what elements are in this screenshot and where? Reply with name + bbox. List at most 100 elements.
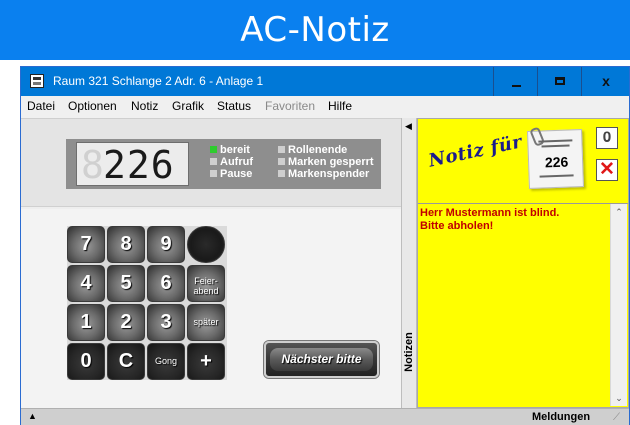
next-customer-button[interactable]: Nächster bitte <box>264 341 379 378</box>
status-label: bereit <box>220 144 250 156</box>
key-3[interactable]: 3 <box>147 304 185 341</box>
attach-note-button[interactable]: 𝟎 <box>596 127 618 149</box>
status-label: Rollenende <box>288 144 348 156</box>
key-label: Gong <box>154 356 178 366</box>
notes-splitter[interactable]: ◀ Notizen <box>401 118 417 408</box>
status-led-icon <box>210 158 217 165</box>
note-text: Herr Mustermann ist blind. Bitte abholen… <box>420 207 560 232</box>
status-label: Markenspender <box>288 168 370 180</box>
current-number: 226 <box>103 143 175 187</box>
status-led-icon <box>210 170 217 177</box>
key-label: Feier- abend <box>193 276 219 296</box>
menu-favoriten: Favoriten <box>265 99 316 113</box>
ticket-icon: 226 <box>527 126 584 189</box>
resize-grip-icon[interactable]: ⟋ <box>613 412 625 424</box>
status-led-icon <box>210 146 217 153</box>
close-icon: x <box>602 73 610 89</box>
key-label: 0 <box>80 350 92 372</box>
minimize-icon <box>512 85 521 87</box>
ticket-line <box>538 139 573 143</box>
menu-status[interactable]: Status <box>217 99 251 113</box>
expand-arrow-icon[interactable]: ▲ <box>28 411 37 421</box>
key-blank[interactable] <box>187 226 225 263</box>
status-label: Pause <box>220 168 253 180</box>
status-rollenende: Rollenende <box>278 144 374 156</box>
notes-pane: Notiz für 226 𝟎 ✕ Herr Mustermann ist bl… <box>417 118 629 408</box>
menu-hilfe[interactable]: Hilfe <box>328 99 352 113</box>
key-label: 5 <box>120 272 132 294</box>
maximize-button[interactable] <box>537 67 581 96</box>
key-1[interactable]: 1 <box>67 304 105 341</box>
key-2[interactable]: 2 <box>107 304 145 341</box>
window-title: Raum 321 Schlange 2 Adr. 6 - Anlage 1 <box>53 74 264 88</box>
key-label: später <box>193 317 219 327</box>
key-7[interactable]: 7 <box>67 226 105 263</box>
feierabend-button[interactable]: Feier- abend <box>187 265 225 302</box>
key-label: 7 <box>80 233 92 255</box>
lcd-display: 8 226 bereit Aufruf Pause Rollenende Mar… <box>66 139 381 189</box>
menu-bar: Datei Optionen Notiz Grafik Status Favor… <box>21 96 629 116</box>
maximize-icon <box>555 77 565 85</box>
key-label: 6 <box>160 272 172 294</box>
key-label: + <box>200 350 212 372</box>
status-list-right: Rollenende Marken gesperrt Markenspender <box>278 144 374 180</box>
status-pause: Pause <box>210 168 253 180</box>
close-icon: ✕ <box>599 159 615 180</box>
key-label: 2 <box>120 311 132 333</box>
app-icon[interactable] <box>30 74 44 88</box>
menu-grafik[interactable]: Grafik <box>172 99 204 113</box>
plus-button[interactable]: + <box>187 343 225 380</box>
status-markenspender: Markenspender <box>278 168 374 180</box>
key-label: 8 <box>120 233 132 255</box>
key-9[interactable]: 9 <box>147 226 185 263</box>
keypad: 7 8 9 4 5 6 Feier- abend 1 2 3 später 0 … <box>67 226 227 380</box>
client-area: 8 226 bereit Aufruf Pause Rollenende Mar… <box>21 116 629 409</box>
next-customer-label: Nächster bitte <box>270 348 373 371</box>
paperclip-icon <box>529 126 546 147</box>
ticket-line <box>539 174 574 178</box>
menu-optionen[interactable]: Optionen <box>68 99 117 113</box>
display-panel: 8 226 bereit Aufruf Pause Rollenende Mar… <box>21 119 401 207</box>
notes-scrollbar[interactable]: ⌃ ⌄ <box>610 204 627 406</box>
status-list-left: bereit Aufruf Pause <box>210 144 253 180</box>
close-button[interactable]: x <box>581 67 629 96</box>
status-label: Aufruf <box>220 156 253 168</box>
delete-note-button[interactable]: ✕ <box>596 159 618 181</box>
scroll-up-icon[interactable]: ⌃ <box>611 204 627 220</box>
status-bereit: bereit <box>210 144 253 156</box>
gong-button[interactable]: Gong <box>147 343 185 380</box>
number-display: 8 226 <box>76 142 189 186</box>
status-aufruf: Aufruf <box>210 156 253 168</box>
banner-title: AC-Notiz <box>0 0 630 60</box>
key-6[interactable]: 6 <box>147 265 185 302</box>
status-bar: ▲ Meldungen ⟋ <box>21 408 629 425</box>
key-5[interactable]: 5 <box>107 265 145 302</box>
minimize-button[interactable] <box>493 67 537 96</box>
menu-notiz[interactable]: Notiz <box>131 99 158 113</box>
paperclip-icon: 𝟎 <box>602 129 612 146</box>
status-led-icon <box>278 146 285 153</box>
scroll-down-icon[interactable]: ⌄ <box>611 390 627 406</box>
ticket-line <box>541 144 570 148</box>
collapse-arrow-icon[interactable]: ◀ <box>405 121 412 132</box>
app-window: Raum 321 Schlange 2 Adr. 6 - Anlage 1 x … <box>20 66 630 425</box>
key-8[interactable]: 8 <box>107 226 145 263</box>
status-marken-gesperrt: Marken gesperrt <box>278 156 374 168</box>
notiz-fuer-heading: Notiz für <box>426 131 525 172</box>
key-0[interactable]: 0 <box>67 343 105 380</box>
key-label: 3 <box>160 311 172 333</box>
spaeter-button[interactable]: später <box>187 304 225 341</box>
title-bar[interactable]: Raum 321 Schlange 2 Adr. 6 - Anlage 1 x <box>21 67 629 96</box>
caller-pane: 8 226 bereit Aufruf Pause Rollenende Mar… <box>21 118 401 409</box>
key-label: 1 <box>80 311 92 333</box>
status-led-icon <box>278 158 285 165</box>
status-label: Marken gesperrt <box>288 156 374 168</box>
key-label: C <box>118 350 134 372</box>
keypad-area: 7 8 9 4 5 6 Feier- abend 1 2 3 später 0 … <box>21 209 401 409</box>
status-led-icon <box>278 170 285 177</box>
key-4[interactable]: 4 <box>67 265 105 302</box>
note-textarea[interactable]: Herr Mustermann ist blind. Bitte abholen… <box>418 203 628 407</box>
ticket-number: 226 <box>544 153 569 171</box>
menu-datei[interactable]: Datei <box>27 99 55 113</box>
clear-button[interactable]: C <box>107 343 145 380</box>
